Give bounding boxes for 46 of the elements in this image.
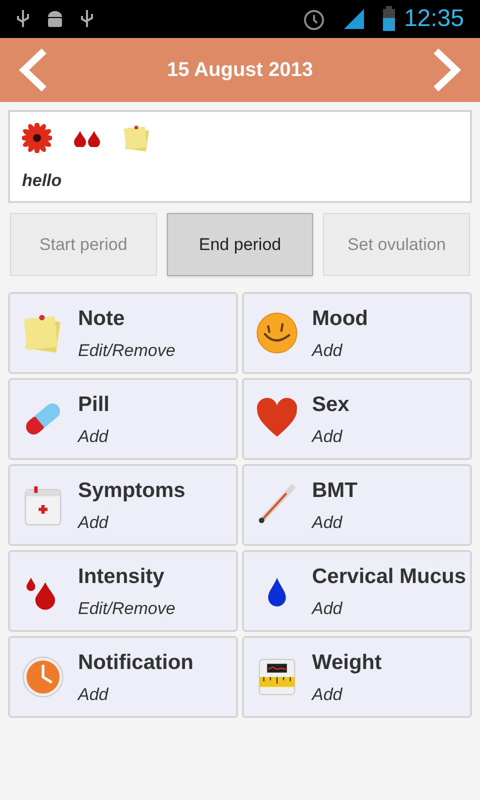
period-action-button[interactable]: End period	[166, 213, 314, 276]
tile-title: Symptoms	[78, 478, 186, 504]
sticky-note-icon	[122, 123, 152, 153]
date-title: 15 August 2013	[167, 58, 313, 83]
category-tile[interactable]: BMT Add	[242, 464, 472, 546]
tile-title: Note	[78, 306, 126, 332]
category-tile[interactable]: Note Edit/Remove	[8, 292, 238, 374]
smiley-icon	[255, 311, 299, 355]
usb-icon	[80, 9, 94, 29]
category-tile[interactable]: Intensity Edit/Remove	[8, 550, 238, 632]
summary-note: hello	[22, 170, 63, 192]
tile-subtitle: Add	[312, 426, 344, 448]
clock-time: 12:35	[404, 4, 464, 34]
signal-icon	[342, 7, 366, 31]
tile-subtitle: Add	[312, 340, 344, 362]
tile-subtitle: Add	[312, 684, 344, 706]
tile-title: Pill	[78, 392, 110, 418]
category-tile[interactable]: Symptoms Add	[8, 464, 238, 546]
blood-drops-icon	[72, 129, 102, 147]
tile-title: BMT	[312, 478, 358, 504]
tile-subtitle: Edit/Remove	[78, 340, 176, 362]
tile-subtitle: Add	[312, 512, 344, 534]
tile-subtitle: Add	[312, 598, 344, 620]
tile-title: Weight	[312, 650, 382, 676]
tile-subtitle: Add	[78, 684, 110, 706]
tile-title: Notification	[78, 650, 194, 676]
tile-subtitle: Edit/Remove	[78, 598, 176, 620]
chevron-right-icon	[432, 47, 462, 93]
clock-icon	[21, 655, 65, 699]
category-tile[interactable]: Weight Add	[242, 636, 472, 718]
alarm-icon	[302, 7, 326, 31]
tile-title: Intensity	[78, 564, 166, 590]
category-tile[interactable]: Mood Add	[242, 292, 472, 374]
category-tile[interactable]: Notification Add	[8, 636, 238, 718]
category-tile[interactable]: Pill Add	[8, 378, 238, 460]
tile-subtitle: Add	[78, 426, 110, 448]
tile-subtitle: Add	[78, 512, 110, 534]
tile-title: Cervical Mucus	[312, 564, 466, 590]
battery-icon	[382, 6, 396, 32]
category-tile[interactable]: Sex Add	[242, 378, 472, 460]
tile-title: Mood	[312, 306, 368, 332]
flower-icon	[22, 123, 52, 153]
usb-icon	[16, 9, 30, 29]
category-tile[interactable]: Cervical Mucus Add	[242, 550, 472, 632]
tile-title: Sex	[312, 392, 350, 418]
chevron-left-icon	[18, 47, 48, 93]
